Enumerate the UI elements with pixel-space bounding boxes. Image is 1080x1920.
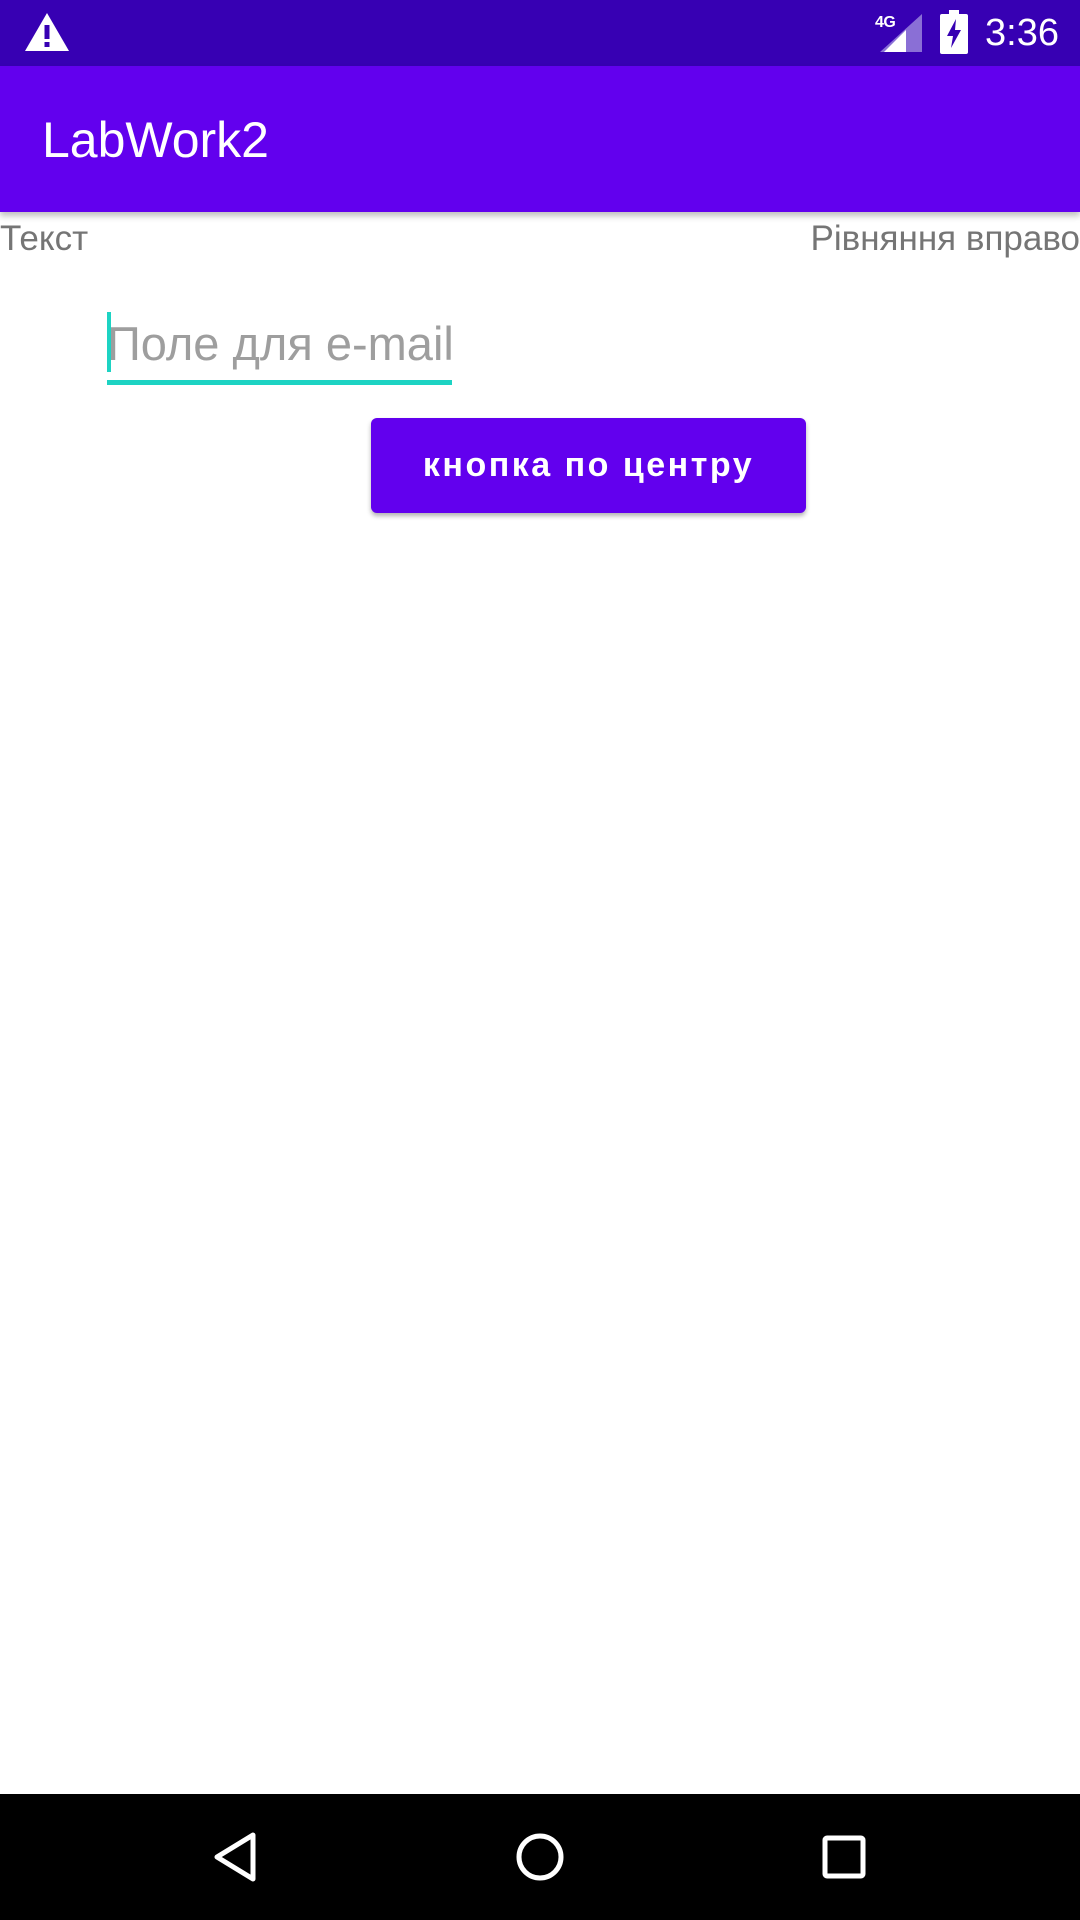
back-icon[interactable]: [207, 1827, 267, 1887]
home-icon[interactable]: [510, 1827, 570, 1887]
text-cursor: [107, 312, 111, 372]
email-field[interactable]: [107, 308, 452, 386]
email-field-underline: [107, 380, 452, 385]
navigation-bar: [0, 1794, 1080, 1920]
app-bar: LabWork2: [0, 66, 1080, 212]
text-label: Текст: [0, 219, 89, 258]
recents-icon[interactable]: [814, 1827, 874, 1887]
signal-icon: [880, 14, 922, 52]
right-aligned-label: Рівняння вправо: [810, 219, 1080, 258]
center-button[interactable]: кнопка по центру: [371, 418, 806, 513]
status-bar: 4G 3:36: [0, 0, 1080, 66]
app-title: LabWork2: [42, 112, 269, 168]
email-input[interactable]: [107, 308, 452, 378]
warning-icon: [25, 13, 69, 51]
status-time: 3:36: [985, 12, 1059, 54]
battery-charging-icon: [940, 10, 968, 54]
